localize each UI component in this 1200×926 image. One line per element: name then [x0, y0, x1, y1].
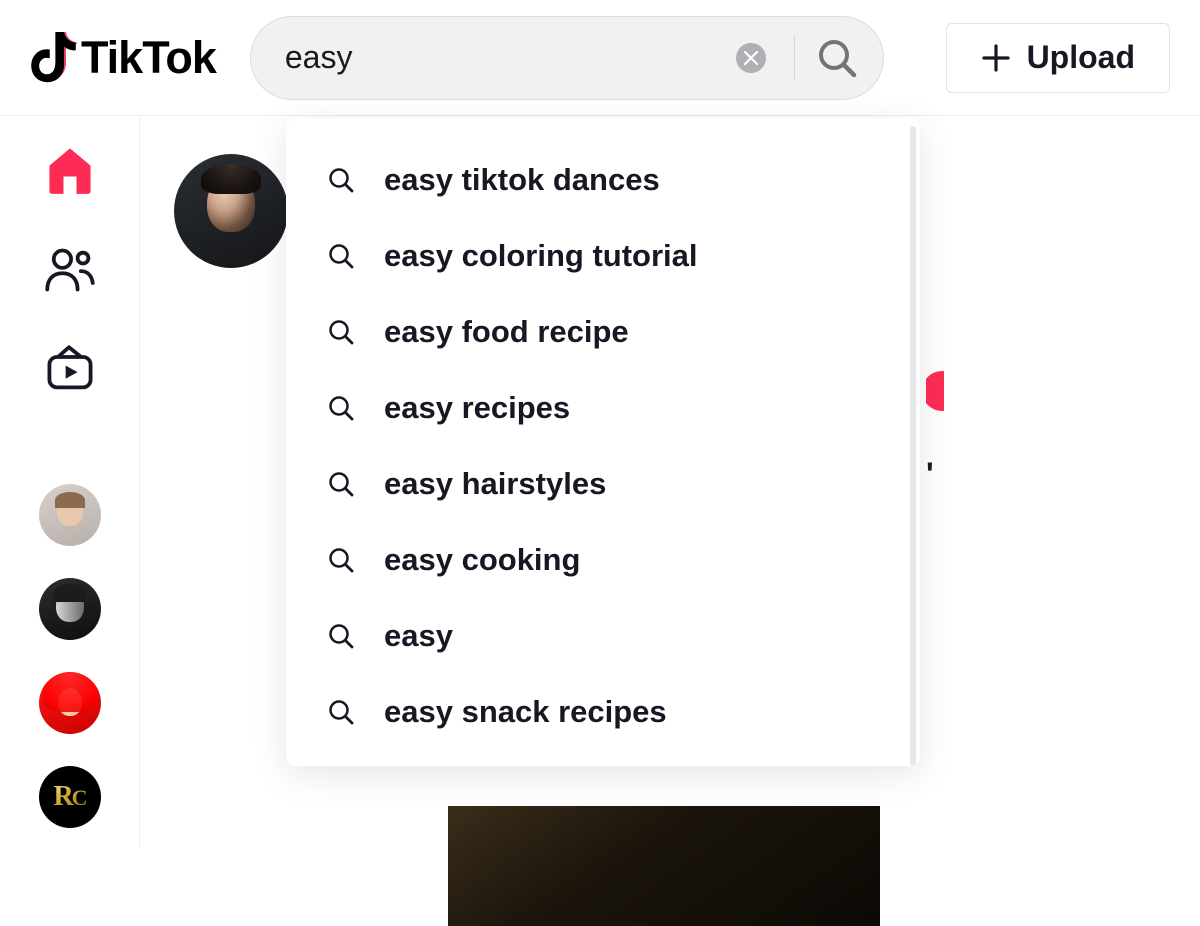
sidebar-account-avatar[interactable] — [39, 578, 101, 640]
people-icon — [44, 244, 96, 296]
clear-search-button[interactable] — [736, 43, 766, 73]
search-suggestion-text: easy — [384, 618, 453, 654]
search-suggestion-item[interactable]: easy tiktok dances — [286, 142, 920, 218]
sidebar-suggested-accounts: RC — [39, 484, 101, 828]
home-icon — [44, 144, 96, 196]
search-suggestion-item[interactable]: easy recipes — [286, 370, 920, 446]
sidebar-account-avatar[interactable] — [39, 484, 101, 546]
search-suggestion-text: easy snack recipes — [384, 694, 667, 730]
search-suggestion-text: easy recipes — [384, 390, 570, 426]
upload-button[interactable]: Upload — [946, 23, 1170, 93]
search-container — [250, 16, 884, 100]
upload-label: Upload — [1027, 39, 1135, 76]
search-suggestion-text: easy coloring tutorial — [384, 238, 698, 274]
search-suggestion-item[interactable]: easy food recipe — [286, 294, 920, 370]
search-icon — [328, 699, 354, 725]
search-icon — [328, 167, 354, 193]
nav-for-you[interactable] — [44, 144, 96, 196]
tiktok-note-icon — [30, 32, 77, 84]
sidebar-account-avatar[interactable]: RC — [39, 766, 101, 828]
search-suggestions-dropdown: easy tiktok dances easy coloring tutoria… — [286, 118, 920, 766]
search-input[interactable] — [285, 39, 736, 76]
search-icon — [328, 471, 354, 497]
search-suggestion-item[interactable]: easy coloring tutorial — [286, 218, 920, 294]
live-icon — [44, 344, 96, 396]
feed-video-preview[interactable] — [448, 806, 880, 926]
search-bar[interactable] — [250, 16, 884, 100]
search-suggestion-item[interactable]: easy snack recipes — [286, 674, 920, 750]
brand-name: TikTok — [81, 32, 216, 84]
search-icon — [328, 623, 354, 649]
feed-post-avatar[interactable] — [174, 154, 288, 268]
scrollbar[interactable] — [910, 126, 916, 766]
search-suggestion-text: easy cooking — [384, 542, 580, 578]
header: TikTok Upload — [0, 0, 1200, 116]
sidebar-account-avatar[interactable] — [39, 672, 101, 734]
search-suggestion-item[interactable]: easy — [286, 598, 920, 674]
close-icon — [744, 51, 758, 65]
search-suggestion-text: easy hairstyles — [384, 466, 606, 502]
search-suggestion-item[interactable]: easy hairstyles — [286, 446, 920, 522]
search-icon — [328, 319, 354, 345]
sidebar: RC — [0, 116, 140, 848]
feed-action-peek-icon — [926, 361, 944, 419]
search-icon — [328, 395, 354, 421]
tiktok-logo[interactable]: TikTok — [30, 32, 216, 84]
search-icon — [328, 243, 354, 269]
search-submit-button[interactable] — [817, 38, 857, 78]
search-divider — [794, 35, 795, 81]
nav-following[interactable] — [44, 244, 96, 296]
feed-count-peek: ' — [926, 456, 944, 486]
plus-icon — [981, 43, 1011, 73]
search-suggestion-text: easy food recipe — [384, 314, 629, 350]
search-suggestion-text: easy tiktok dances — [384, 162, 660, 198]
search-suggestion-item[interactable]: easy cooking — [286, 522, 920, 598]
nav-live[interactable] — [44, 344, 96, 396]
search-icon — [328, 547, 354, 573]
search-icon — [817, 38, 857, 78]
